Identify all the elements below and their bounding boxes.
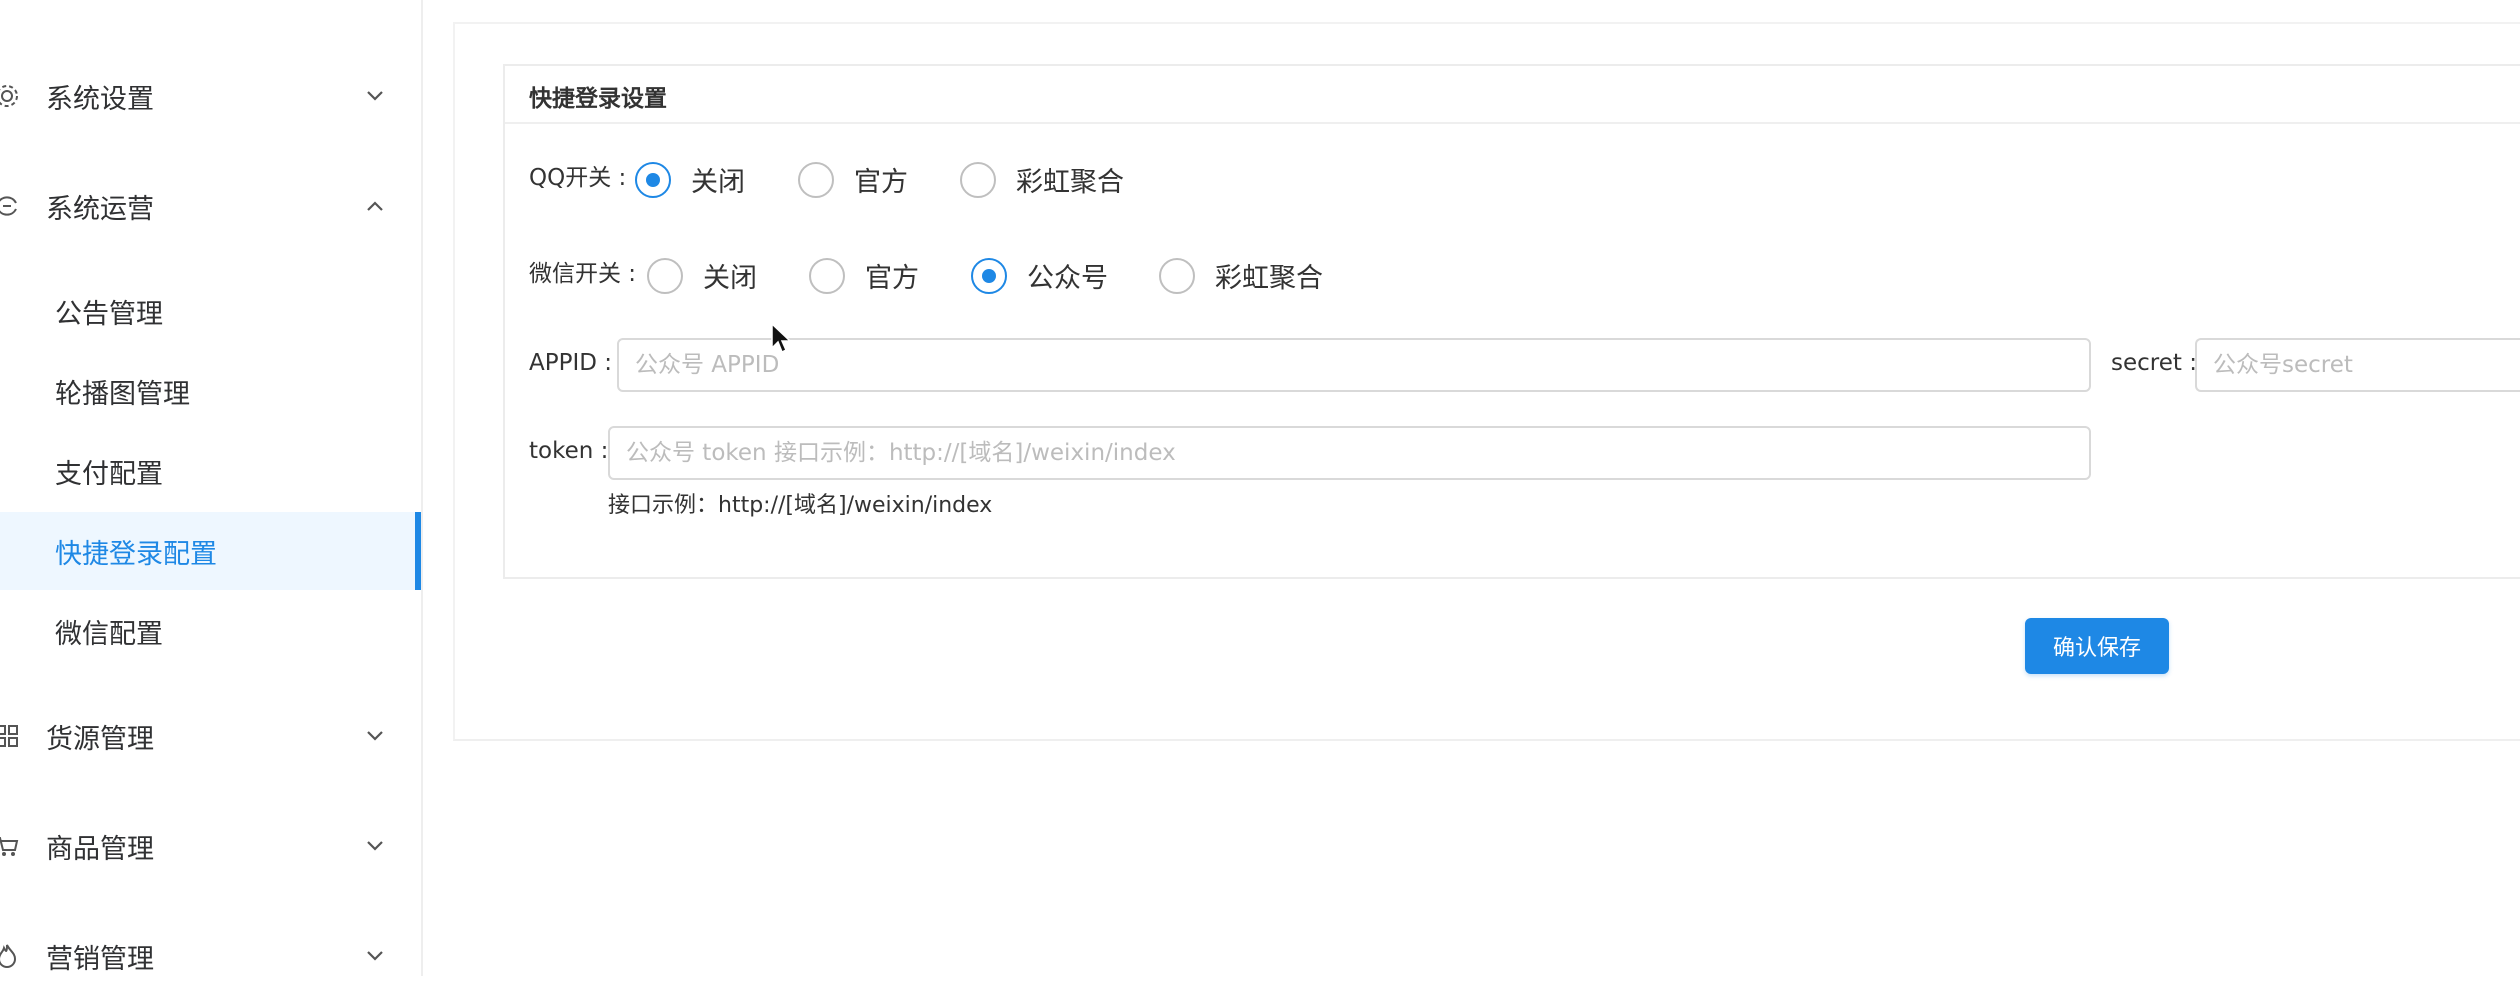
radio-label: 公众号 bbox=[1027, 263, 1108, 294]
sidebar-item-wechat-config[interactable]: 微信配置 bbox=[0, 592, 415, 670]
wechat-radio-official[interactable]: 官方 bbox=[809, 256, 919, 295]
token-input[interactable] bbox=[608, 426, 2091, 480]
wechat-radio-official-account[interactable]: 公众号 bbox=[971, 256, 1108, 295]
sidebar-item-label: 公告管理 bbox=[55, 298, 163, 330]
sidebar-group-system-operations[interactable]: 系统运营 bbox=[0, 174, 421, 238]
sidebar-group-label: 货源管理 bbox=[46, 723, 154, 755]
wechat-radio-off[interactable]: 关闭 bbox=[647, 256, 757, 295]
chevron-up-icon bbox=[362, 193, 388, 219]
radio-label: 官方 bbox=[854, 167, 908, 198]
radio-label: 关闭 bbox=[703, 263, 757, 294]
sidebar-item-label: 快捷登录配置 bbox=[55, 538, 217, 570]
appid-input[interactable] bbox=[617, 338, 2091, 392]
qq-radio-off[interactable]: 关闭 bbox=[635, 160, 745, 199]
radio-circle bbox=[798, 161, 834, 198]
chevron-down-icon bbox=[362, 723, 388, 749]
token-label: token : bbox=[529, 438, 609, 464]
sidebar-group-label: 营销管理 bbox=[46, 943, 154, 975]
secret-label: secret : bbox=[2111, 350, 2197, 376]
radio-label: 彩虹聚合 bbox=[1016, 167, 1124, 198]
radio-label: 关闭 bbox=[691, 167, 745, 198]
sidebar-group-system-settings[interactable]: 系统设置 bbox=[0, 64, 421, 128]
appid-label: APPID : bbox=[529, 350, 613, 376]
radio-circle bbox=[635, 161, 671, 198]
fire-icon bbox=[0, 943, 20, 969]
sidebar-item-announcements[interactable]: 公告管理 bbox=[0, 272, 415, 350]
qq-radio-official[interactable]: 官方 bbox=[798, 160, 908, 199]
sidebar-item-label: 支付配置 bbox=[55, 458, 163, 490]
sidebar-item-label: 微信配置 bbox=[55, 618, 163, 650]
sidebar: 系统设置 系统运营 公告管理 轮播图管理 支付配置 快捷登录配置 微信配置 货源… bbox=[0, 0, 423, 976]
grid-icon bbox=[0, 723, 20, 749]
sidebar-item-carousel[interactable]: 轮播图管理 bbox=[0, 352, 415, 430]
sidebar-group-products[interactable]: 商品管理 bbox=[0, 814, 421, 878]
sidebar-group-supply[interactable]: 货源管理 bbox=[0, 704, 421, 768]
radio-circle bbox=[647, 257, 683, 294]
sidebar-group-label: 系统设置 bbox=[46, 83, 154, 115]
card-header: 快捷登录设置 bbox=[505, 66, 2520, 124]
confirm-save-button[interactable]: 确认保存 bbox=[2025, 618, 2169, 674]
radio-label: 官方 bbox=[865, 263, 919, 294]
sidebar-group-label: 商品管理 bbox=[46, 833, 154, 865]
chevron-down-icon bbox=[362, 83, 388, 109]
sidebar-item-quick-login[interactable]: 快捷登录配置 bbox=[0, 512, 421, 590]
radio-circle bbox=[971, 257, 1007, 294]
radio-circle bbox=[809, 257, 845, 294]
operations-icon bbox=[0, 193, 20, 219]
chevron-down-icon bbox=[362, 943, 388, 969]
radio-circle bbox=[960, 161, 996, 198]
radio-circle bbox=[1159, 257, 1195, 294]
wechat-switch-label: 微信开关 : bbox=[529, 261, 637, 287]
secret-input[interactable] bbox=[2195, 338, 2520, 392]
sidebar-group-marketing[interactable]: 营销管理 bbox=[0, 924, 421, 988]
cart-icon bbox=[0, 833, 20, 859]
quick-login-card: 快捷登录设置 QQ开关 : 关闭 官方 彩虹聚合 微信开关 : 关闭 官方 公众… bbox=[503, 64, 2520, 579]
gear-icon bbox=[0, 83, 20, 109]
qq-switch-label: QQ开关 : bbox=[529, 165, 627, 191]
card-title: 快捷登录设置 bbox=[529, 86, 667, 112]
wechat-radio-rainbow[interactable]: 彩虹聚合 bbox=[1159, 256, 1323, 295]
chevron-down-icon bbox=[362, 833, 388, 859]
sidebar-group-label: 系统运营 bbox=[46, 193, 154, 225]
qq-radio-rainbow[interactable]: 彩虹聚合 bbox=[960, 160, 1124, 199]
mouse-cursor-icon bbox=[770, 322, 794, 356]
radio-label: 彩虹聚合 bbox=[1215, 263, 1323, 294]
sidebar-item-label: 轮播图管理 bbox=[55, 378, 190, 410]
sidebar-item-payment[interactable]: 支付配置 bbox=[0, 432, 415, 510]
token-hint: 接口示例：http://[域名]/weixin/index bbox=[608, 493, 993, 518]
